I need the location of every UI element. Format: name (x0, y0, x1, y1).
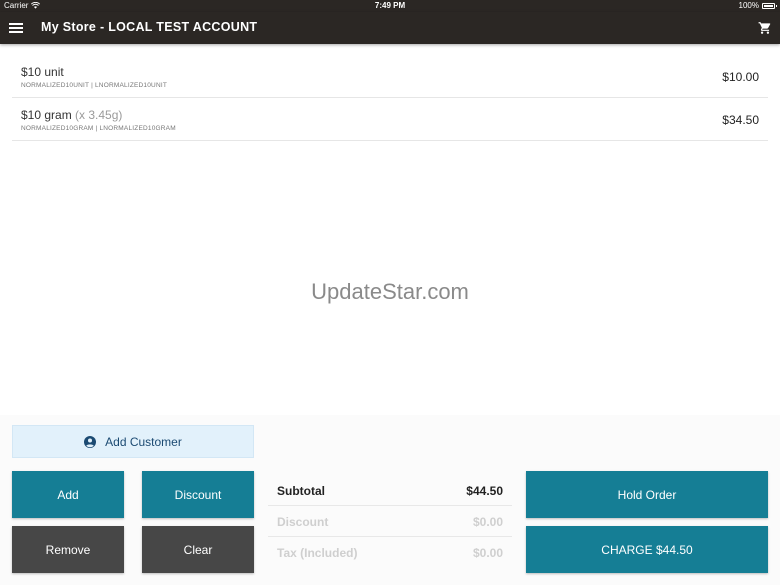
discount-button[interactable]: Discount (142, 471, 254, 518)
add-customer-label: Add Customer (105, 434, 182, 449)
add-button[interactable]: Add (12, 471, 124, 518)
tax-label: Tax (Included) (277, 546, 358, 560)
discount-label: Discount (277, 515, 329, 529)
remove-button[interactable]: Remove (12, 526, 124, 573)
item-sku: NORMALIZED10GRAM | LNORMALIZED10GRAM (21, 125, 176, 132)
hold-order-button[interactable]: Hold Order (526, 471, 768, 518)
list-item[interactable]: $10 unit NORMALIZED10UNIT | LNORMALIZED1… (12, 55, 768, 98)
status-bar: Carrier 7:49 PM 100% (0, 0, 780, 12)
watermark: UpdateStar.com (311, 279, 469, 304)
item-name-text: $10 unit (21, 65, 64, 79)
battery-percent: 100% (738, 1, 759, 10)
item-price: $10.00 (722, 70, 759, 84)
hamburger-icon[interactable] (9, 20, 23, 36)
charge-button[interactable]: CHARGE $44.50 (526, 526, 768, 573)
item-name: $10 unit (21, 65, 64, 79)
order-summary: Subtotal $44.50 Discount $0.00 Tax (Incl… (268, 475, 512, 568)
battery-indicator: 100% (738, 1, 777, 10)
battery-icon (762, 2, 777, 9)
subtotal-row: Subtotal $44.50 (268, 475, 512, 506)
item-quantity: (x 3.45g) (75, 108, 123, 122)
person-circle-icon (84, 435, 97, 448)
item-name-text: $10 gram (21, 108, 72, 122)
list-item[interactable]: $10 gram (x 3.45g) NORMALIZED10GRAM | LN… (12, 98, 768, 141)
clear-button[interactable]: Clear (142, 526, 254, 573)
item-price: $34.50 (722, 113, 759, 127)
add-customer-button[interactable]: Add Customer (12, 425, 254, 458)
shopping-cart-icon[interactable] (758, 21, 772, 35)
page-title: My Store - LOCAL TEST ACCOUNT (41, 20, 258, 34)
item-name: $10 gram (x 3.45g) (21, 108, 122, 122)
discount-row: Discount $0.00 (268, 506, 512, 537)
app-bar: My Store - LOCAL TEST ACCOUNT (0, 12, 780, 44)
subtotal-value: $44.50 (466, 484, 503, 498)
clock: 7:49 PM (374, 1, 406, 10)
subtotal-label: Subtotal (277, 484, 325, 498)
item-sku: NORMALIZED10UNIT | LNORMALIZED10UNIT (21, 82, 168, 89)
tax-row: Tax (Included) $0.00 (268, 537, 512, 568)
discount-value: $0.00 (472, 515, 503, 529)
tax-value: $0.00 (472, 546, 503, 560)
battery-fill (764, 4, 773, 7)
